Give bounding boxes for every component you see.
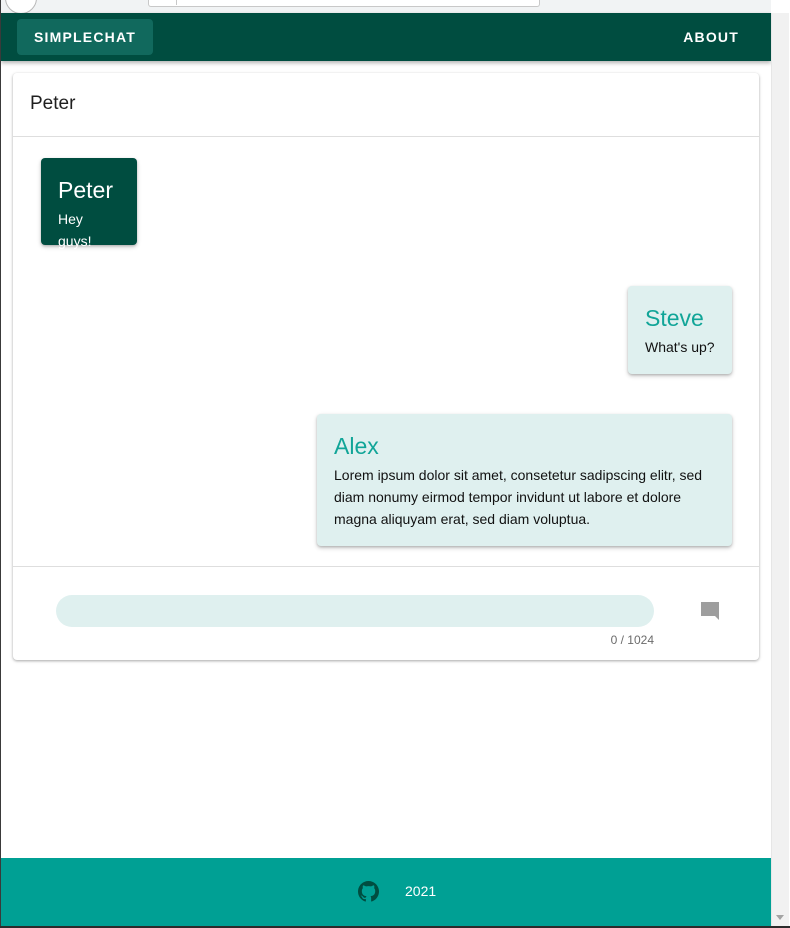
message-text: What's up? (645, 339, 715, 355)
message-icon[interactable] (697, 599, 723, 623)
about-button[interactable]: ABOUT (683, 19, 739, 55)
github-icon[interactable] (358, 881, 379, 902)
message-bubble: Peter Hey guys! (41, 158, 137, 249)
message-author: Peter (58, 177, 113, 203)
footer-year: 2021 (405, 883, 437, 899)
browser-toolbar (1, 0, 771, 14)
message-text: Hey guys! (58, 211, 92, 249)
header-divider (13, 136, 759, 137)
browser-back-button[interactable] (5, 0, 37, 14)
browser-address-bar[interactable] (148, 0, 540, 7)
page-viewport: SIMPLECHAT ABOUT Peter Peter Hey guys! S… (1, 0, 771, 926)
footer: 2021 (1, 858, 771, 926)
message-bubble: Alex Lorem ipsum dolor sit amet, consete… (317, 414, 732, 546)
brand-button[interactable]: SIMPLECHAT (17, 19, 153, 55)
vertical-scrollbar[interactable] (771, 13, 789, 926)
message-bubble: Steve What's up? (628, 286, 732, 374)
message-author: Alex (334, 433, 379, 459)
app-bar: SIMPLECHAT ABOUT (1, 13, 771, 61)
character-counter: 0 / 1024 (610, 633, 654, 647)
chat-card: Peter Peter Hey guys! Steve What's up? A… (13, 73, 759, 660)
scroll-down-icon[interactable] (776, 915, 784, 920)
message-text: Lorem ipsum dolor sit amet, consetetur s… (334, 467, 703, 527)
composer-divider (13, 566, 759, 567)
toolbar-separator (176, 0, 177, 5)
chat-title: Peter (30, 93, 76, 114)
message-input[interactable] (56, 595, 654, 627)
message-author: Steve (645, 305, 704, 331)
